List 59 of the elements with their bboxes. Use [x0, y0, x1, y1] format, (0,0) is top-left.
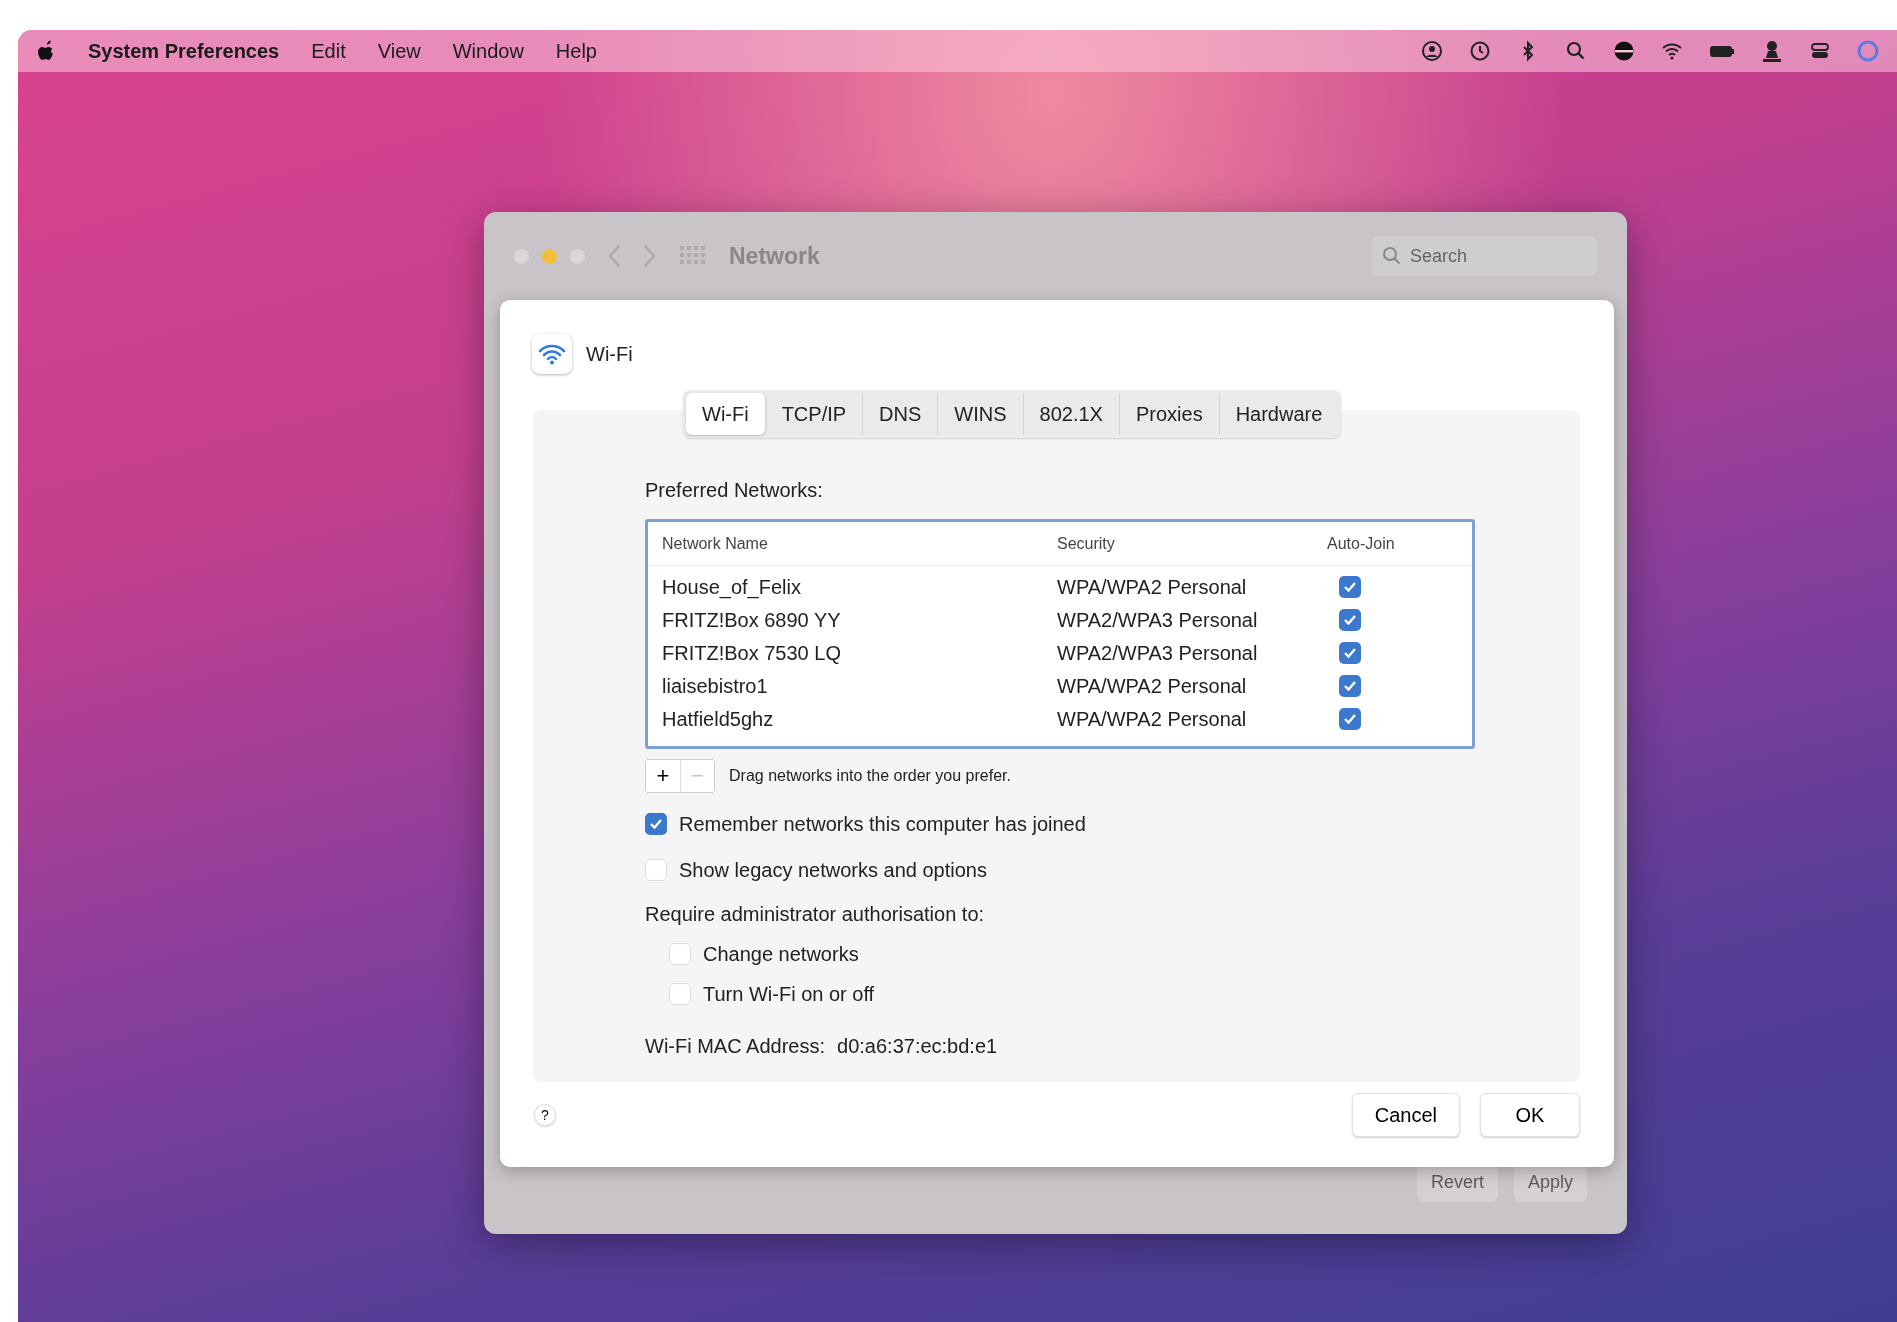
checkbox[interactable]	[645, 859, 667, 881]
table-cell-text: FRITZ!Box 6890 YY	[662, 607, 842, 633]
table-cell-text: WPA/WPA2 Personal	[1057, 673, 1248, 699]
section-label: Preferred Networks:	[645, 478, 824, 503]
menu-item[interactable]: View	[377, 36, 421, 66]
menu-item[interactable]: Window	[452, 36, 524, 66]
tab[interactable]: TCP/IP	[765, 393, 864, 435]
section-label: Require administrator authorisation to:	[645, 902, 986, 927]
checkbox-label[interactable]: Change networks	[703, 939, 859, 969]
column-header[interactable]: Auto-Join	[1327, 531, 1395, 556]
checkbox[interactable]	[1339, 641, 1361, 664]
checkmark-icon	[649, 817, 663, 831]
checkbox[interactable]	[1339, 575, 1361, 598]
tab[interactable]: 802.1X	[1023, 393, 1120, 435]
person-icon[interactable]	[1761, 40, 1783, 62]
clock-icon[interactable]	[1469, 40, 1491, 62]
checkbox[interactable]	[1339, 674, 1361, 697]
search-field[interactable]: Search	[1372, 236, 1597, 276]
table-cell-text: WPA/WPA2 Personal	[1057, 706, 1248, 732]
search-icon[interactable]	[1565, 40, 1587, 62]
checkbox-label[interactable]: Remember networks this computer has joined	[679, 809, 1086, 839]
menu-item[interactable]: System Preferences	[88, 36, 280, 66]
tab[interactable]: WINS	[938, 393, 1024, 435]
mac-address-value: d0:a6:37:ec:bd:e1	[837, 1034, 998, 1059]
window-title: Network	[729, 241, 820, 271]
hint-text: Drag networks into the order you prefer.	[729, 766, 1011, 786]
column-header[interactable]: Network Name	[662, 531, 1057, 556]
menu-item[interactable]: Edit	[311, 36, 346, 66]
dialog-button[interactable]: OK	[1480, 1093, 1580, 1137]
checkbox[interactable]	[669, 983, 691, 1005]
checkbox[interactable]	[669, 943, 691, 965]
table-cell-text: WPA/WPA2 Personal	[1057, 574, 1248, 600]
sheet-title: Wi-Fi	[586, 342, 633, 367]
checkbox[interactable]	[645, 813, 667, 835]
tab[interactable]: Proxies	[1119, 393, 1220, 435]
help-button[interactable]: ?	[534, 1104, 556, 1126]
search-icon	[1382, 246, 1402, 266]
tab[interactable]: Hardware	[1219, 393, 1339, 435]
apple-logo-icon[interactable]	[36, 39, 56, 63]
tab[interactable]: Wi-Fi	[686, 393, 766, 435]
moon-disc-icon[interactable]	[1613, 40, 1635, 62]
table-cell-text: Hatfield5ghz	[662, 706, 775, 732]
column-header[interactable]: Security	[1057, 531, 1327, 556]
checkbox-label[interactable]: Turn Wi-Fi on or off	[703, 979, 875, 1009]
checkbox[interactable]	[1339, 707, 1361, 730]
checkbox[interactable]	[1339, 608, 1361, 631]
wifi-icon[interactable]	[1661, 40, 1683, 62]
table-cell-text: WPA2/WPA3 Personal	[1057, 640, 1259, 666]
tab[interactable]: DNS	[863, 393, 939, 435]
table-cell-text: House_of_Felix	[662, 574, 802, 601]
wifi-icon	[532, 334, 572, 374]
user-circle-icon[interactable]	[1421, 40, 1443, 62]
table-cell-text: WPA2/WPA3 Personal	[1057, 607, 1259, 633]
field-label: Wi-Fi MAC Address:	[645, 1034, 826, 1059]
menu-item[interactable]: Help	[555, 36, 597, 66]
dialog-button[interactable]: Cancel	[1351, 1093, 1460, 1137]
table-cell-text: liaisebistro1	[662, 673, 769, 699]
table-cell-text: FRITZ!Box 7530 LQ	[662, 640, 842, 666]
checkbox-label[interactable]: Show legacy networks and options	[679, 855, 987, 885]
